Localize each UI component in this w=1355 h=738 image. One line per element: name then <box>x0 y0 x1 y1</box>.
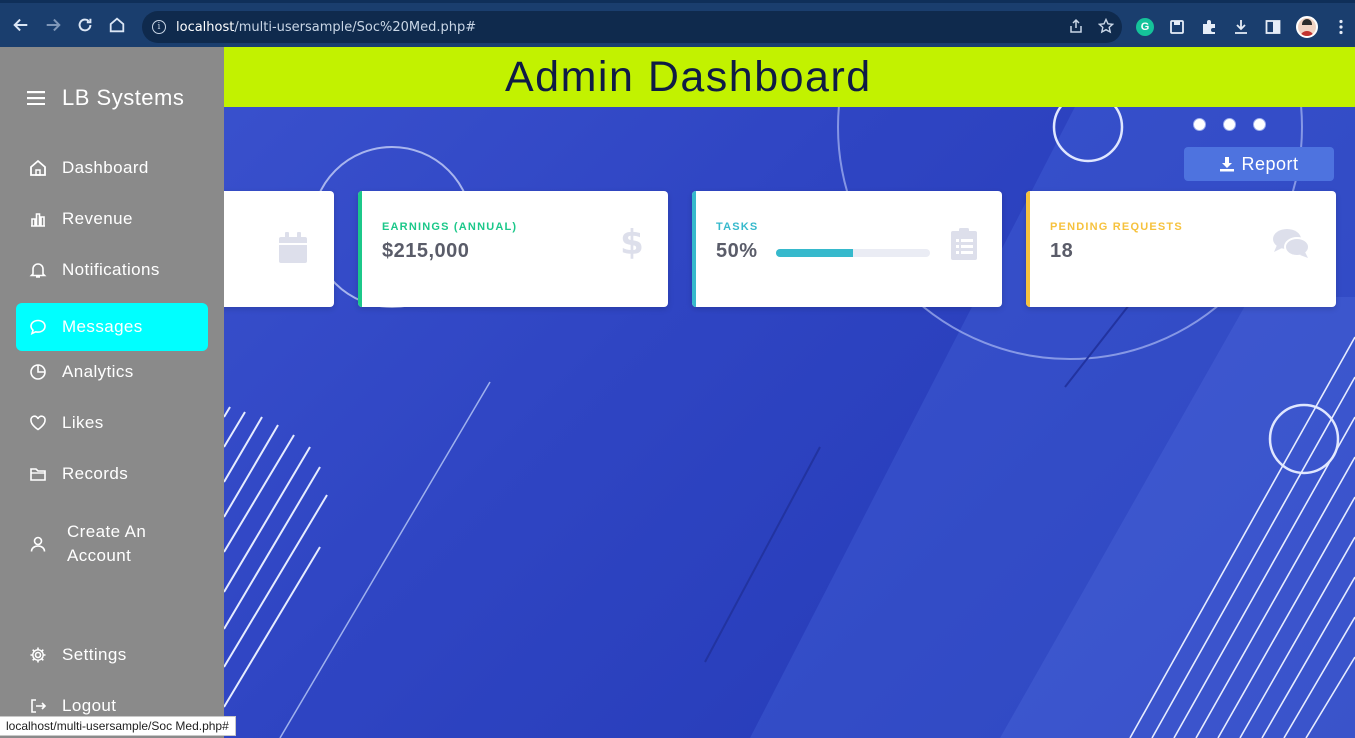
tasks-progress-bar <box>776 249 930 257</box>
url-host: localhost <box>176 19 235 35</box>
sidebar-item-settings[interactable]: Settings <box>16 631 208 679</box>
reload-button[interactable] <box>69 9 101 41</box>
download-icon <box>1220 157 1235 172</box>
stat-card-earnings: EARNINGS (ANNUAL) $215,000 $ <box>358 191 668 307</box>
folder-icon <box>30 468 46 481</box>
reload-icon <box>78 18 92 32</box>
hamburger-menu-icon[interactable] <box>27 91 45 105</box>
bar-chart-icon <box>31 213 45 227</box>
info-icon[interactable]: i <box>152 20 166 34</box>
sidebar-item-label: Notifications <box>62 260 160 279</box>
stat-card-tasks: TASKS 50% <box>692 191 1002 307</box>
card-value: $215,000 <box>382 240 470 262</box>
save-extension-icon[interactable] <box>1168 18 1186 36</box>
card-accent <box>358 191 362 307</box>
sidebar-item-messages[interactable]: Messages <box>16 303 208 351</box>
kebab-menu-icon[interactable] <box>1332 18 1350 36</box>
browser-status-bar: localhost/multi-usersample/Soc Med.php# <box>0 716 236 736</box>
page-title: Admin Dashboard <box>505 52 872 101</box>
sidebar-brand: LB Systems <box>27 85 184 111</box>
sidebar-item-label: Records <box>62 464 129 483</box>
share-icon[interactable] <box>1068 18 1084 34</box>
stat-card-pending-requests: PENDING REQUESTS 18 <box>1026 191 1336 307</box>
sidebar: LB Systems Dashboard Revenue Notificatio… <box>0 47 224 738</box>
puzzle-extensions-icon[interactable] <box>1200 18 1218 36</box>
carousel-dot[interactable] <box>1223 118 1236 131</box>
grammarly-extension-icon[interactable]: G <box>1136 18 1154 36</box>
sidebar-item-label-line1: Create An <box>67 522 147 541</box>
sidebar-item-label: Analytics <box>62 362 134 381</box>
card-label: EARNINGS (ANNUAL) <box>382 221 518 233</box>
arrow-right-icon <box>46 18 61 32</box>
card-accent <box>692 191 696 307</box>
star-icon[interactable] <box>1098 18 1114 34</box>
forward-button[interactable] <box>37 9 69 41</box>
download-icon[interactable] <box>1232 18 1250 36</box>
gear-icon <box>30 647 46 663</box>
svg-text:$: $ <box>620 225 644 259</box>
sidebar-item-label: Revenue <box>62 209 133 228</box>
carousel-indicators <box>1193 118 1266 131</box>
carousel-dot[interactable] <box>1193 118 1206 131</box>
calendar-icon <box>279 232 307 263</box>
url-path: /multi-usersample/Soc%20Med.php# <box>234 19 477 35</box>
sidebar-item-dashboard[interactable]: Dashboard <box>16 144 208 192</box>
address-bar[interactable]: i localhost/multi-usersample/Soc%20Med.p… <box>142 11 1122 43</box>
carousel-dot[interactable] <box>1253 118 1266 131</box>
sidebar-item-label: Create An Account <box>67 520 146 568</box>
chat-bubble-icon <box>30 319 46 335</box>
sidebar-item-notifications[interactable]: Notifications <box>16 246 208 294</box>
card-value: 50% <box>716 240 758 262</box>
pie-chart-icon <box>30 364 46 380</box>
brand-name: LB Systems <box>62 85 185 110</box>
sidebar-item-label: Messages <box>62 317 143 336</box>
clipboard-icon <box>951 228 977 260</box>
sidebar-item-likes[interactable]: Likes <box>16 399 208 447</box>
sidebar-item-label: Likes <box>62 413 104 432</box>
home-icon <box>109 17 125 33</box>
sidebar-item-label-line2: Account <box>67 546 132 565</box>
bell-icon <box>29 263 47 278</box>
heart-icon <box>30 415 46 431</box>
sidebar-item-label: Dashboard <box>62 158 149 177</box>
side-panel-icon[interactable] <box>1264 18 1282 36</box>
sidebar-item-label: Settings <box>62 645 127 664</box>
logout-icon <box>31 699 47 713</box>
sidebar-item-create-account[interactable]: Create An Account <box>16 516 208 572</box>
sidebar-item-revenue[interactable]: Revenue <box>16 195 208 243</box>
arrow-left-icon <box>13 18 28 32</box>
sidebar-item-analytics[interactable]: Analytics <box>16 348 208 396</box>
card-value: 18 <box>1050 240 1074 262</box>
dashboard-banner: Admin Dashboard <box>224 47 1355 107</box>
browser-toolbar: i localhost/multi-usersample/Soc%20Med.p… <box>0 0 1355 47</box>
report-button[interactable]: Report <box>1184 147 1334 181</box>
card-label: PENDING REQUESTS <box>1050 221 1183 233</box>
home-icon <box>30 159 46 176</box>
progress-fill <box>776 249 853 257</box>
sidebar-item-label: Logout <box>62 696 117 715</box>
home-button[interactable] <box>101 9 133 41</box>
report-button-label: Report <box>1241 153 1299 174</box>
dollar-icon: $ <box>620 225 644 259</box>
card-label: TASKS <box>716 221 759 233</box>
user-icon <box>30 536 46 552</box>
back-button[interactable] <box>5 9 37 41</box>
comments-icon <box>1273 229 1310 258</box>
card-accent <box>1026 191 1030 307</box>
profile-avatar[interactable] <box>1296 16 1318 38</box>
sidebar-item-records[interactable]: Records <box>16 450 208 498</box>
